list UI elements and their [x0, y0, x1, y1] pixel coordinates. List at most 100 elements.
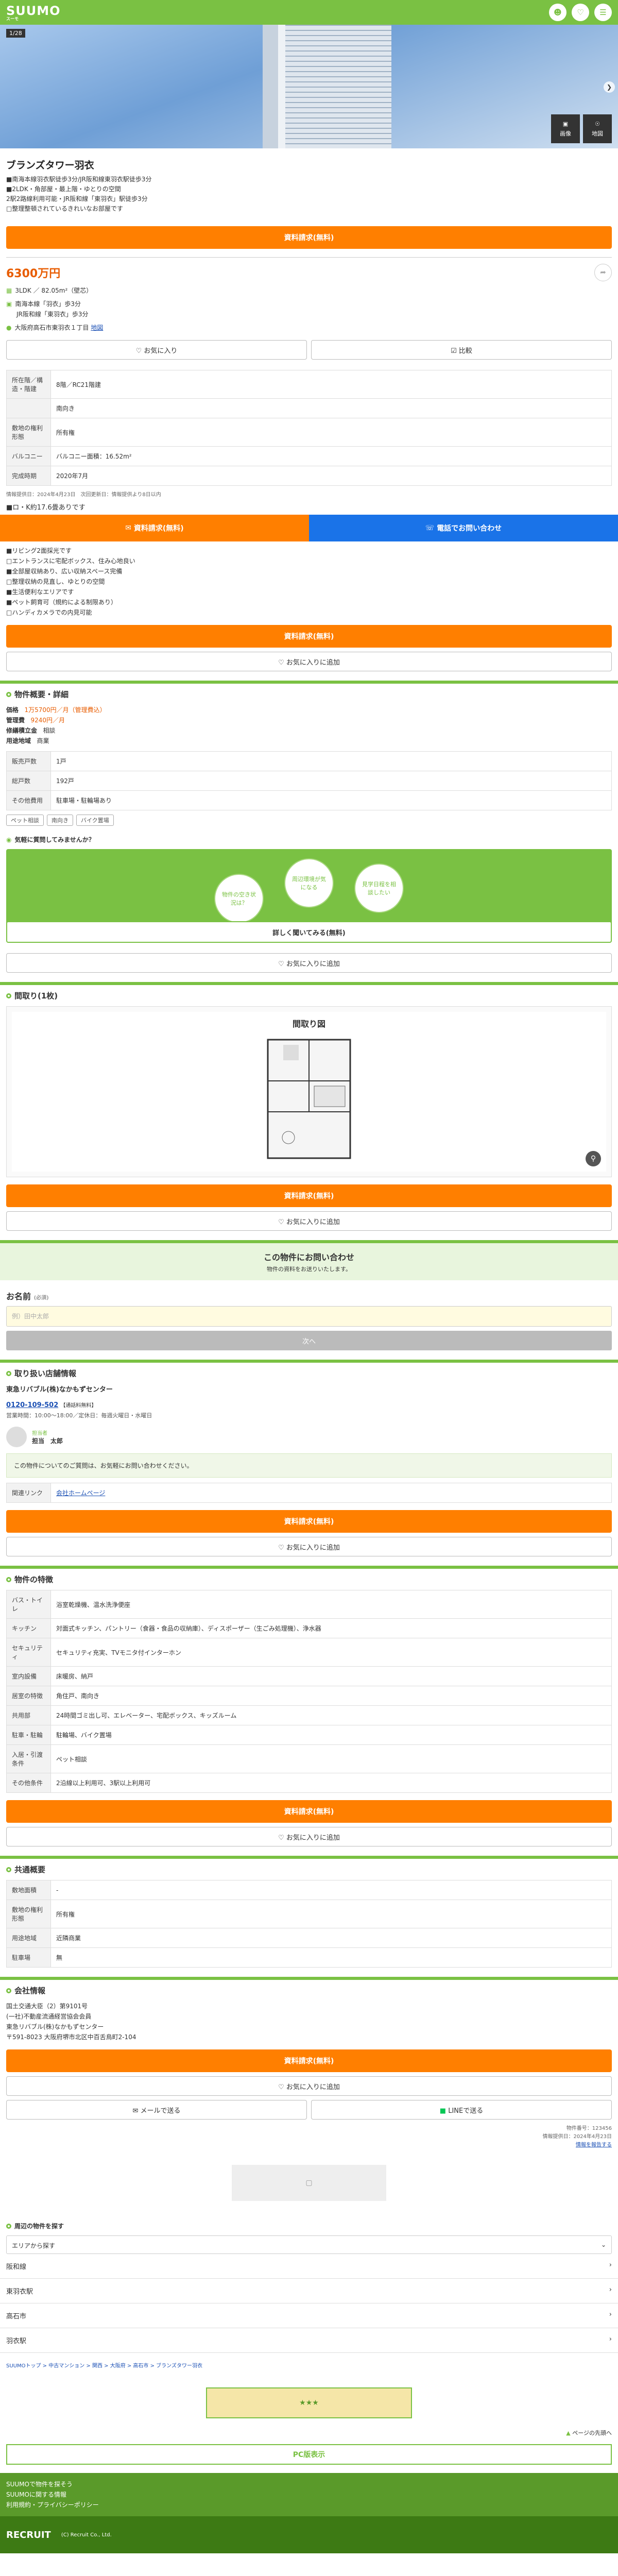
- zoom-icon[interactable]: ⚲: [586, 1151, 601, 1166]
- camera-icon: ▣: [562, 120, 569, 127]
- contact-header: この物件にお問い合わせ 物件の資料をお送りいたします。: [0, 1243, 618, 1280]
- inquire-button[interactable]: 資料請求(無料): [6, 226, 612, 249]
- property-title: ブランズタワー羽衣: [6, 160, 94, 171]
- favorite-add-button-5[interactable]: ♡ お気に入りに追加: [6, 1827, 612, 1846]
- shop-hours: 営業時間：10:00〜18:00／定休日：毎週火曜日・水曜日: [6, 1412, 152, 1419]
- footer: SUUMOで物件を探そう SUUMOに関する情報 利用規約・プライバシーポリシー: [0, 2473, 618, 2516]
- company-heading: 会社情報: [0, 1980, 618, 2001]
- inquire-button-5[interactable]: 資料請求(無料): [6, 1800, 612, 1823]
- floorplan-label: 間取り図: [292, 1019, 325, 1029]
- chevron-right-icon: ›: [609, 2261, 612, 2269]
- facilities-table: バス・トイレ 浴室乾燥機、温水洗浄便座 キッチン 対面式キッチン、パントリー（食器・…: [6, 1590, 612, 1793]
- map-button[interactable]: ☉ 地図: [583, 114, 612, 143]
- sticky-inquire-button[interactable]: ✉ 資料請求(無料): [0, 515, 309, 541]
- photos-button[interactable]: ▣ 画像: [551, 114, 580, 143]
- property-catchcopy: ■南海本線羽衣駅徒歩3分/JR阪和線東羽衣駅徒歩3分 ■2LDK・角部屋・最上階・…: [6, 176, 152, 212]
- layout-size: 3LDK ／ 82.05m²（壁芯）: [15, 287, 93, 294]
- pc-view-button[interactable]: PC版表示: [6, 2444, 612, 2465]
- map-icon: ☉: [595, 120, 600, 127]
- overview-table: 販売戸数 1戸 総戸数 192戸 その他費用 駐車場・駐輪場あり: [6, 751, 612, 810]
- shop-comment: この物件についてのご質問は、お気軽にお問い合わせください。: [6, 1453, 612, 1478]
- share-icon[interactable]: ➦: [594, 264, 612, 281]
- suumo-logo[interactable]: SUUMO スーモ: [6, 4, 61, 22]
- heart-icon[interactable]: ♡: [572, 4, 589, 21]
- area-heading: 周辺の物件を探す: [0, 2216, 618, 2235]
- chevron-down-icon: ⌄: [600, 2241, 606, 2248]
- feature-headline: ■ロ・K約17.6畳ありです: [6, 504, 85, 512]
- survey-heading: ◉ 気軽に質問してみませんか？: [6, 836, 95, 844]
- arrow-up-icon: ▲: [566, 2430, 571, 2436]
- common-heading: 共通概要: [0, 1859, 618, 1880]
- compare-button[interactable]: ☑ 比較: [311, 340, 612, 360]
- company-site-link[interactable]: 会社ホームページ: [56, 1489, 105, 1497]
- access-line-2: JR阪和線「東羽衣」歩3分: [16, 311, 89, 318]
- inquire-button-4[interactable]: 資料請求(無料): [6, 1510, 612, 1533]
- favorite-add-button-2[interactable]: ♡ お気に入りに追加: [6, 953, 612, 973]
- area-link-4[interactable]: 羽衣駅 ›: [0, 2328, 618, 2353]
- train-icon: ▣: [6, 300, 12, 308]
- area-link-3[interactable]: 高石市 ›: [0, 2303, 618, 2328]
- favorite-add-button-3[interactable]: ♡ お気に入りに追加: [6, 1211, 612, 1231]
- pin-icon: ●: [6, 324, 12, 331]
- shop-name: 東急リバブル(株)なかもずセンター: [6, 1386, 113, 1394]
- favorite-button[interactable]: ♡ お気に入り: [6, 340, 307, 360]
- favorite-add-button[interactable]: ♡ お気に入りに追加: [6, 652, 612, 671]
- area-select[interactable]: エリアから探す ⌄: [6, 2235, 612, 2254]
- sticky-action-bar: ✉ 資料請求(無料) ☏ 電話でお問い合わせ: [0, 515, 618, 541]
- ask-question-button[interactable]: 詳しく聞いてみる(無料): [6, 921, 612, 943]
- update-date: 情報提供日：2024年4月23日: [542, 2134, 612, 2140]
- mail-icon: ✉: [125, 524, 134, 532]
- chevron-right-icon: ›: [609, 2311, 612, 2318]
- inquire-button-3[interactable]: 資料請求(無料): [6, 1184, 612, 1207]
- floorplan-image[interactable]: [252, 1035, 366, 1163]
- survey-panel: 物件の空き状況は？ 周辺環境が気になる 見学日程を相談したい: [6, 849, 612, 931]
- line-icon: ■: [439, 2107, 447, 2115]
- inquire-button-2[interactable]: 資料請求(無料): [6, 625, 612, 648]
- price: 6300万円: [6, 267, 61, 280]
- ad-placeholder: ▢: [232, 2165, 386, 2201]
- page-top-link[interactable]: ▲ ページの先頭へ: [0, 2429, 618, 2437]
- sticky-phone-button[interactable]: ☏ 電話でお問い合わせ: [309, 515, 618, 541]
- common-table: 敷地面積 - 敷地の権利形態 所有権 用途地域 近隣商業 駐車場無: [6, 1880, 612, 1968]
- tag-chips: ペット相談 南向き バイク置場: [0, 810, 618, 830]
- shop-phone-link[interactable]: 0120-109-502: [6, 1401, 58, 1409]
- next-button[interactable]: 次へ: [6, 1331, 612, 1350]
- floorplan-panel: 間取り図 ⚲: [6, 1006, 612, 1177]
- feature-list: ■リビング2面採光です □エントランスに宅配ボックス、住み心地良い ■全部屋収納あり…: [6, 547, 135, 616]
- property-code: 物件番号：123456: [566, 2126, 612, 2131]
- photo-carousel[interactable]: 1/28 ❯ ▣ 画像 ☉ 地図: [0, 25, 618, 148]
- floor-icon: ▦: [6, 287, 12, 294]
- name-input[interactable]: 例）田中太郎: [6, 1306, 612, 1327]
- mail-share-button[interactable]: ✉ メールで送る: [6, 2100, 307, 2120]
- info-update: 情報提供日：2024年4月23日 次回更新日：情報提供より8日以内: [6, 492, 161, 498]
- overview-list: 価格 1万5700円／月（管理費込） 管理費 9240円／月 修繕積立金 相談 …: [6, 706, 106, 744]
- favorite-add-button-4[interactable]: ♡ お気に入りに追加: [6, 1537, 612, 1556]
- photo-counter: 1/28: [6, 29, 25, 38]
- banner-ad[interactable]: ★★★: [206, 2387, 412, 2418]
- phone-icon: ☏: [425, 524, 437, 532]
- floorplan-heading: 間取り(1枚): [0, 985, 618, 1006]
- report-link[interactable]: 情報を報告する: [6, 2141, 612, 2149]
- inquire-button-6[interactable]: 資料請求(無料): [6, 2049, 612, 2072]
- recruit-logo: RECRUIT (C) Recruit Co., Ltd.: [0, 2516, 618, 2553]
- favorite-add-button-6[interactable]: ♡ お気に入りに追加: [6, 2076, 612, 2096]
- overview-heading: 物件概要・詳細: [0, 684, 618, 705]
- person-icon[interactable]: ☻: [549, 4, 566, 21]
- chevron-right-icon: ›: [609, 2286, 612, 2294]
- breadcrumb[interactable]: SUUMOトップ > 中古マンション > 関西 > 大阪府 > 高石市 > ブラ…: [0, 2353, 618, 2377]
- facilities-heading: 物件の特徴: [0, 1569, 618, 1590]
- chevron-right-icon: ›: [609, 2335, 612, 2343]
- map-link[interactable]: 地図: [91, 324, 103, 331]
- shop-heading: 取り扱い店舗情報: [0, 1363, 618, 1384]
- line-share-button[interactable]: ■ LINEで送る: [311, 2100, 612, 2120]
- chat-icon: ◉: [6, 836, 12, 843]
- area-link-1[interactable]: 阪和線 ›: [0, 2254, 618, 2279]
- company-info: 国土交通大臣（2）第9101号 (一社)不動産流通経営協会会員 東急リバブル(株)な…: [6, 2003, 136, 2041]
- menu-icon[interactable]: ☰: [594, 4, 612, 21]
- area-link-2[interactable]: 東羽衣駅 ›: [0, 2279, 618, 2303]
- site-header: SUUMO スーモ ☻ ♡ ☰: [0, 0, 618, 25]
- name-label: お名前 (必須): [6, 1292, 49, 1301]
- building-photo: [278, 25, 391, 148]
- avatar: [6, 1427, 27, 1447]
- next-arrow-icon[interactable]: ❯: [604, 81, 615, 93]
